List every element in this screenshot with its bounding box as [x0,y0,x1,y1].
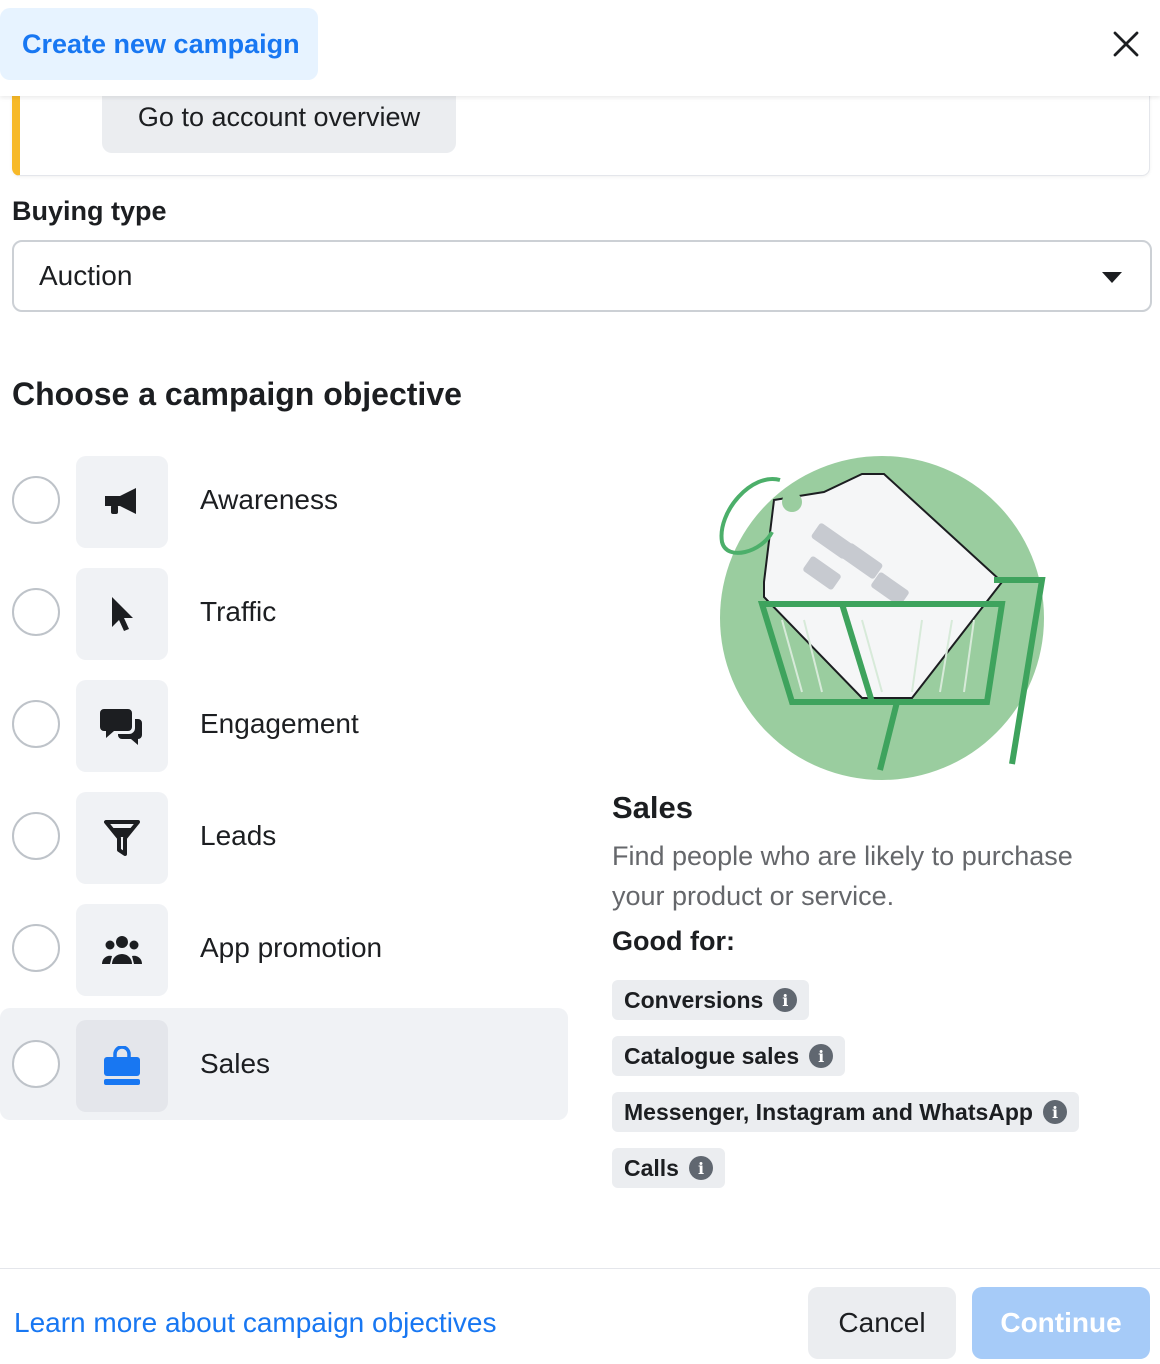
objective-label: App promotion [200,932,383,963]
objective-label: Traffic [200,596,277,627]
close-icon [1113,31,1139,57]
tag-calls: Calls i [612,1148,725,1188]
objective-option-leads[interactable]: Leads [0,780,568,892]
people-group-icon [101,936,143,964]
tag-label: Calls [624,1154,679,1181]
info-icon[interactable]: i [688,1156,713,1180]
good-for-label: Good for: [612,926,735,956]
dialog-header: Create new campaign [0,0,1160,96]
continue-button[interactable]: Continue [972,1287,1150,1359]
radio-button[interactable] [12,1040,60,1088]
objective-option-awareness[interactable]: Awareness [0,444,568,556]
radio-button[interactable] [12,812,60,860]
cancel-button[interactable]: Cancel [808,1287,956,1359]
tag-catalogue-sales: Catalogue sales i [612,1036,846,1076]
dialog-title-tab[interactable]: Create new campaign [0,8,318,80]
info-icon[interactable]: i [1042,1100,1067,1124]
radio-button[interactable] [12,588,60,636]
radio-button[interactable] [12,924,60,972]
objective-label: Sales [200,1048,271,1079]
objective-option-traffic[interactable]: Traffic [0,556,568,668]
objective-option-sales[interactable]: Sales [0,1008,568,1120]
tag-conversions: Conversions i [612,980,810,1020]
info-icon[interactable]: i [809,1044,834,1068]
objective-detail-title: Sales [612,790,694,825]
objective-icon-box [76,904,168,996]
objective-icon-box [76,1020,168,1112]
objective-icon-box [76,456,168,548]
objective-icon-box [76,568,168,660]
objective-label: Awareness [200,484,339,515]
radio-button[interactable] [12,476,60,524]
dialog-footer: Learn more about campaign objectives Can… [0,1268,1160,1364]
objective-option-app-promotion[interactable]: App promotion [0,892,568,1004]
learn-more-link[interactable]: Learn more about campaign objectives [14,1307,497,1339]
tag-label: Messenger, Instagram and WhatsApp [624,1098,1033,1125]
shopping-bag-icon [104,1046,140,1085]
objective-icon-box [76,680,168,772]
objective-detail-description: Find people who are likely to purchase y… [612,841,1073,911]
cursor-icon [112,597,133,631]
objective-icon-box [76,792,168,884]
chevron-down-icon [1102,272,1122,283]
radio-button[interactable] [12,700,60,748]
dialog-title: Create new campaign [22,28,300,59]
close-button[interactable] [1100,18,1152,70]
chat-bubbles-icon [100,709,142,745]
buying-type-label: Buying type [12,196,167,226]
objective-label: Engagement [200,708,359,739]
tag-label: Catalogue sales [624,1042,800,1069]
objective-label: Leads [200,820,277,851]
tag-messaging: Messenger, Instagram and WhatsApp i [612,1092,1079,1132]
shopping-cart-price-tag-illustration [719,456,1046,780]
objective-section-title: Choose a campaign objective [12,376,462,412]
buying-type-value: Auction [39,260,133,291]
tag-label: Conversions [624,986,764,1013]
objective-option-engagement[interactable]: Engagement [0,668,568,780]
megaphone-icon [105,488,136,514]
info-icon[interactable]: i [773,988,798,1012]
funnel-icon [104,820,140,856]
buying-type-select[interactable]: Auction [12,240,1152,312]
